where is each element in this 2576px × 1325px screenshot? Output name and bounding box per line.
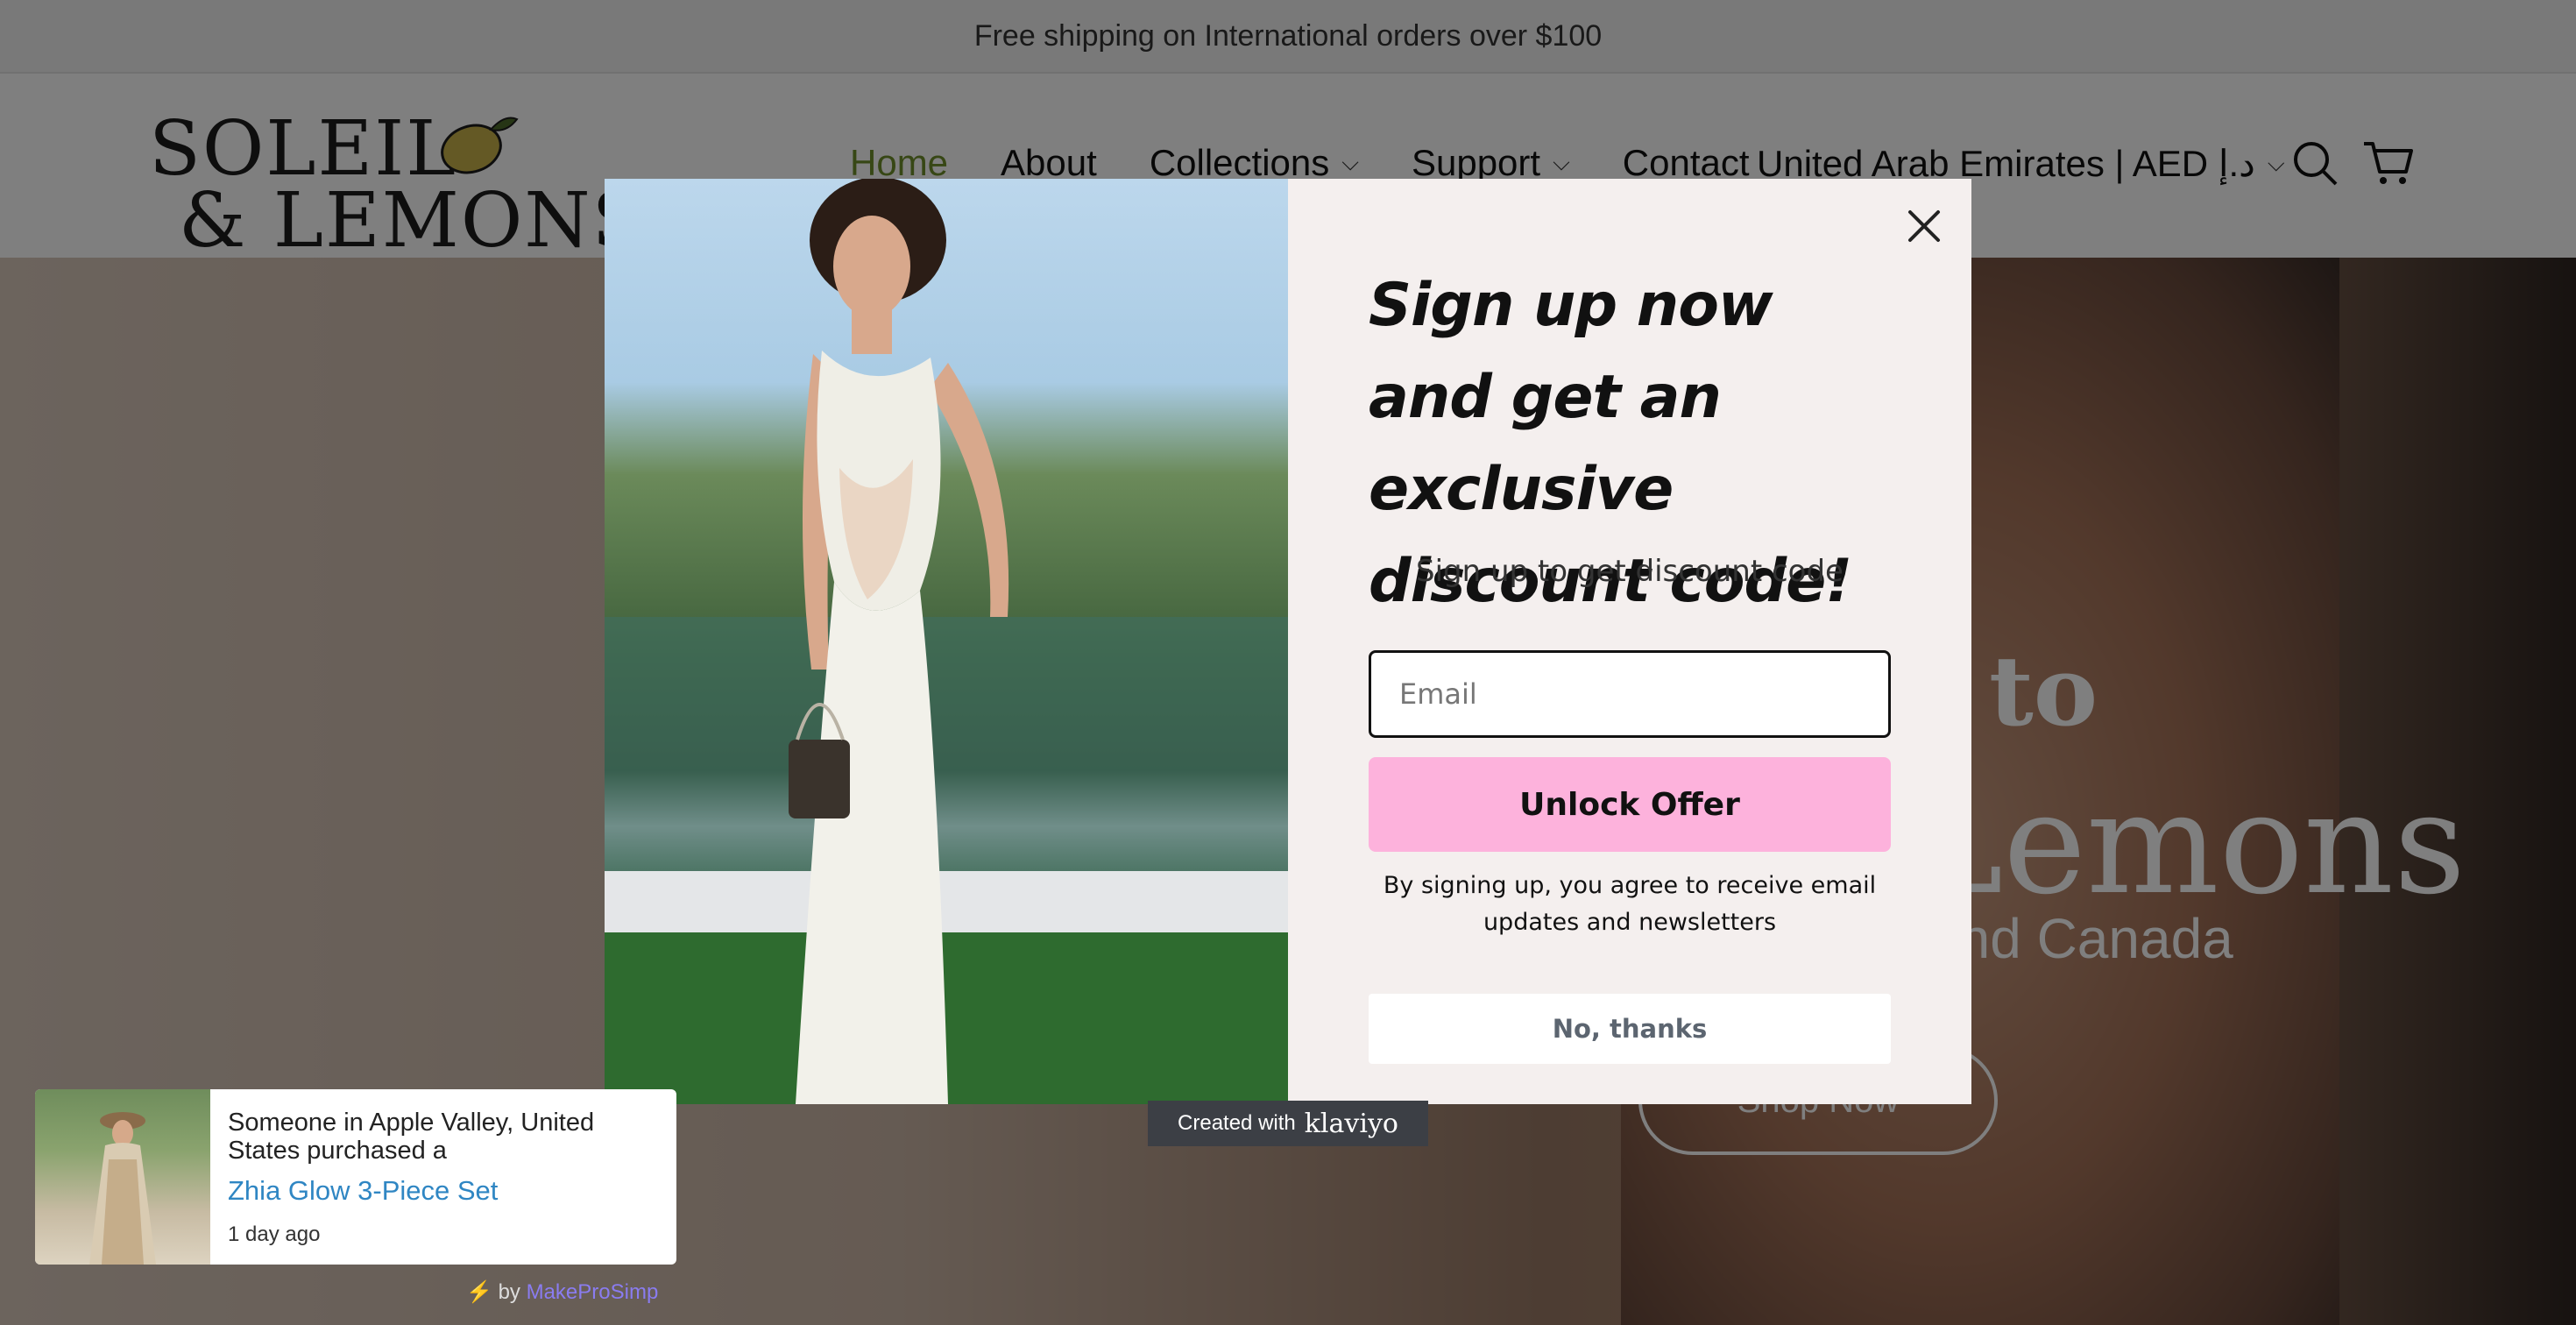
purchase-notification[interactable]: Someone in Apple Valley, United States p… (35, 1089, 676, 1265)
modal-subheading: Sign up to get discount code (1416, 554, 1844, 589)
product-figure (89, 1112, 156, 1265)
no-thanks-button[interactable]: No, thanks (1369, 994, 1891, 1064)
notification-text: Someone in Apple Valley, United States p… (228, 1109, 595, 1165)
product-thumbnail[interactable] (35, 1089, 210, 1265)
klaviyo-badge[interactable]: Created with klaviyo (1148, 1101, 1428, 1146)
credit-prefix: by (498, 1280, 520, 1304)
klaviyo-logo: klaviyo (1304, 1108, 1398, 1139)
signup-modal: Sign up now and get an exclusive discoun… (605, 179, 1971, 1104)
makeprosimp-link[interactable]: MakeProSimp (527, 1280, 659, 1304)
signup-form-panel: Sign up now and get an exclusive discoun… (1288, 179, 1971, 1104)
product-link[interactable]: Zhia Glow 3-Piece Set (228, 1175, 659, 1207)
email-field[interactable] (1369, 650, 1891, 738)
lightning-icon: ⚡ (466, 1280, 492, 1304)
app-credit: ⚡ by MakeProSimp (466, 1279, 658, 1305)
model-figure (605, 179, 1288, 1104)
notification-time: 1 day ago (228, 1222, 321, 1246)
close-icon[interactable] (1900, 202, 1949, 251)
model-photo (605, 179, 1288, 1104)
klaviyo-prefix: Created with (1178, 1111, 1296, 1135)
consent-text: By signing up, you agree to receive emai… (1383, 872, 1877, 936)
notification-body: Someone in Apple Valley, United States p… (210, 1089, 676, 1265)
unlock-offer-button[interactable]: Unlock Offer (1369, 757, 1891, 852)
